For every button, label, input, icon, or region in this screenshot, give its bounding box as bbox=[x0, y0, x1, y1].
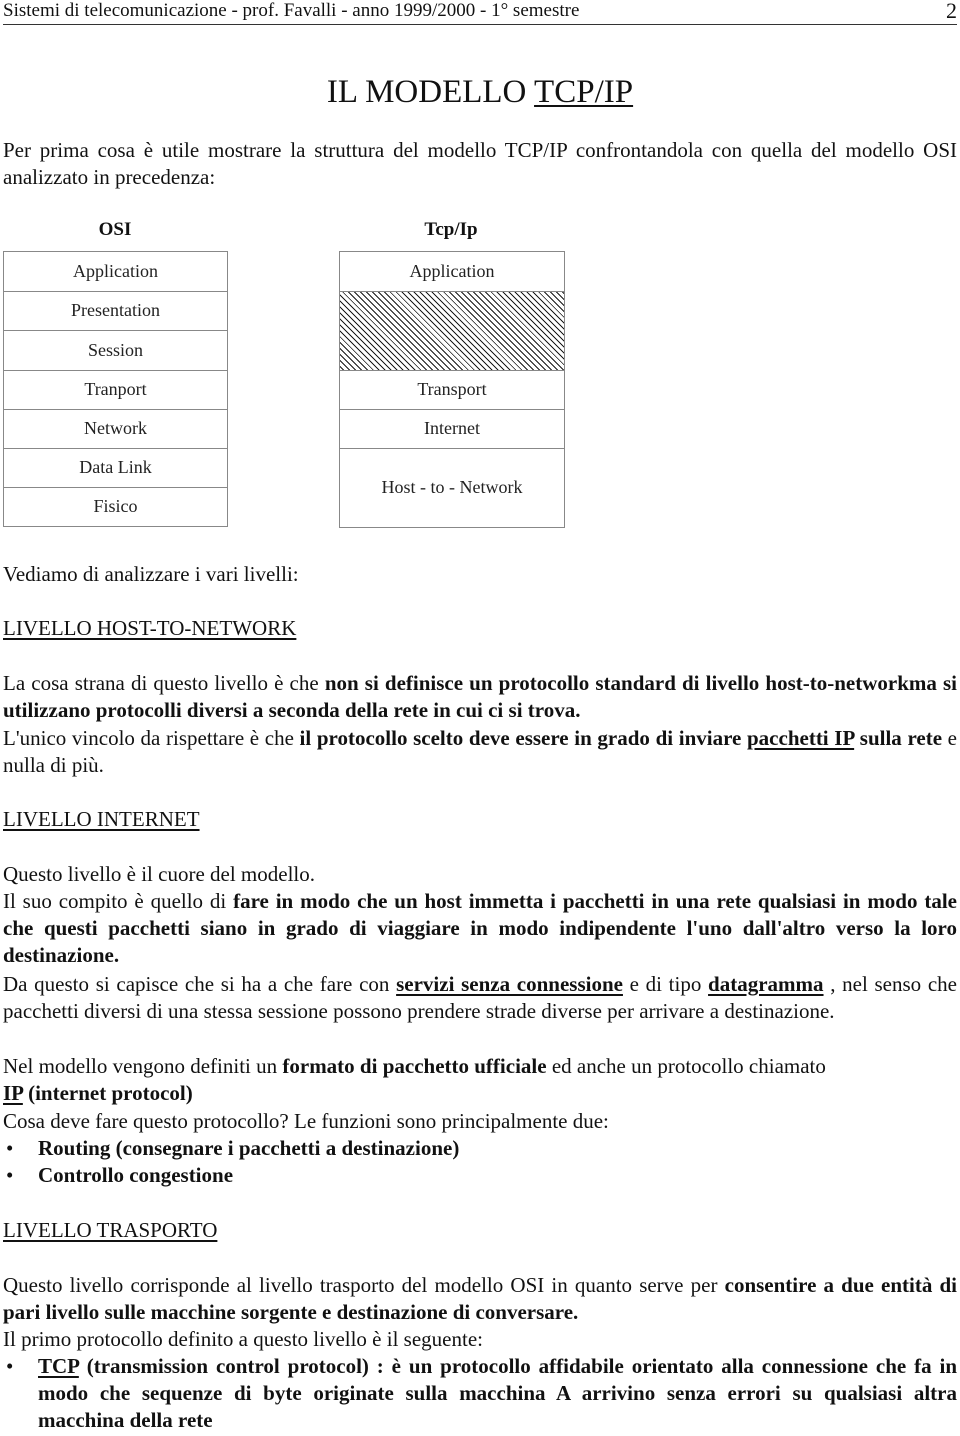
tcpip-layer: Application bbox=[340, 252, 564, 292]
host-to-network-paragraph-1: La cosa strana di questo livello è che n… bbox=[3, 670, 957, 724]
bold-text: sulla rete bbox=[854, 726, 943, 750]
list-item: • TCP (transmission control protocol) : è… bbox=[3, 1353, 957, 1434]
section-heading-host-to-network: LIVELLO HOST-TO-NETWORK bbox=[3, 616, 297, 640]
tcpip-title: Tcp/Ip bbox=[424, 219, 478, 240]
text: Nel modello vengono definiti un bbox=[3, 1054, 283, 1078]
osi-layer: Tranport bbox=[4, 371, 227, 410]
text: Questo livello corrisponde al livello tr… bbox=[3, 1273, 725, 1297]
internet-paragraph-4: Nel modello vengono definiti un formato … bbox=[3, 1053, 957, 1107]
bold-text: (internet protocol) bbox=[22, 1081, 193, 1105]
trasporto-paragraph-2: Il primo protocollo definito a questo li… bbox=[3, 1327, 483, 1351]
page-title: IL MODELLO TCP/IP bbox=[0, 72, 960, 112]
underlined-text: IP bbox=[3, 1081, 23, 1105]
internet-bullet-list: • Routing (consegnare i pacchetti a desti… bbox=[3, 1135, 957, 1189]
underlined-text: servizi senza connessione bbox=[396, 972, 623, 996]
osi-stack: Application Presentation Session Tranpor… bbox=[3, 251, 228, 527]
osi-layer: Network bbox=[4, 410, 227, 449]
page-title-underlined: TCP/IP bbox=[534, 74, 634, 110]
text: Il suo compito è quello di bbox=[3, 889, 234, 913]
osi-layer: Data Link bbox=[4, 449, 227, 488]
bullet-icon: • bbox=[6, 1354, 14, 1378]
page-title-prefix: IL MODELLO bbox=[326, 74, 535, 110]
tcpip-layer: Transport bbox=[340, 371, 564, 410]
bold-text: il protocollo scelto deve essere in grad… bbox=[299, 726, 747, 750]
internet-paragraph-2: Il suo compito è quello di fare in modo … bbox=[3, 888, 957, 969]
underlined-text: TCP bbox=[38, 1354, 79, 1378]
osi-layer: Presentation bbox=[4, 292, 227, 331]
tcpip-layer: Host - to - Network bbox=[381, 477, 523, 497]
page-number: 2 bbox=[946, 0, 957, 23]
intro-paragraph: Per prima cosa è utile mostrare la strut… bbox=[3, 138, 957, 189]
bullet-text: Controllo congestione bbox=[38, 1163, 234, 1187]
internet-paragraph-5: Cosa deve fare questo protocollo? Le fun… bbox=[3, 1109, 609, 1133]
osi-layer: Session bbox=[4, 331, 227, 371]
tcpip-stack: Application Transport Internet Host - to… bbox=[339, 251, 565, 528]
text: ed anche un protocollo chiamato bbox=[546, 1054, 826, 1078]
trasporto-paragraph-1: Questo livello corrisponde al livello tr… bbox=[3, 1272, 957, 1326]
text: Da questo si capisce che si ha a che far… bbox=[3, 972, 397, 996]
text: e di tipo bbox=[622, 972, 709, 996]
header-title: Sistemi di telecomunicazione - prof. Fav… bbox=[3, 0, 580, 21]
bullet-icon: • bbox=[6, 1136, 14, 1160]
host-to-network-paragraph-2: L'unico vincolo da rispettare è che il p… bbox=[3, 725, 957, 779]
osi-layer: Application bbox=[4, 252, 227, 292]
internet-paragraph-3: Da questo si capisce che si ha a che far… bbox=[3, 971, 957, 1025]
osi-layer: Fisico bbox=[93, 496, 138, 516]
trasporto-bullet-list: • TCP (transmission control protocol) : è… bbox=[3, 1353, 957, 1434]
bullet-text: (transmission control protocol) : è un p… bbox=[38, 1354, 957, 1432]
bold-text: formato di pacchetto ufficiale bbox=[282, 1054, 547, 1078]
bullet-text: Routing (consegnare i pacchetti a destin… bbox=[38, 1136, 460, 1160]
text: L'unico vincolo da rispettare è che bbox=[3, 726, 300, 750]
underlined-text: datagramma bbox=[708, 972, 824, 996]
internet-paragraph-1: Questo livello è il cuore del modello. bbox=[3, 862, 316, 886]
section-heading-internet: LIVELLO INTERNET bbox=[3, 807, 200, 831]
bullet-icon: • bbox=[6, 1163, 14, 1187]
list-item: • Controllo congestione bbox=[3, 1162, 957, 1189]
osi-title: OSI bbox=[98, 219, 132, 240]
text: La cosa strana di questo livello è che bbox=[3, 671, 325, 695]
section-heading-trasporto: LIVELLO TRASPORTO bbox=[3, 1218, 218, 1242]
lead-in: Vediamo di analizzare i vari livelli: bbox=[3, 562, 299, 586]
tcpip-layer: Internet bbox=[340, 410, 564, 449]
list-item: • Routing (consegnare i pacchetti a desti… bbox=[3, 1135, 957, 1162]
page-header: Sistemi di telecomunicazione - prof. Fav… bbox=[3, 0, 957, 25]
underlined-text: pacchetti IP bbox=[747, 726, 855, 750]
tcpip-hatched-gap bbox=[340, 291, 564, 371]
